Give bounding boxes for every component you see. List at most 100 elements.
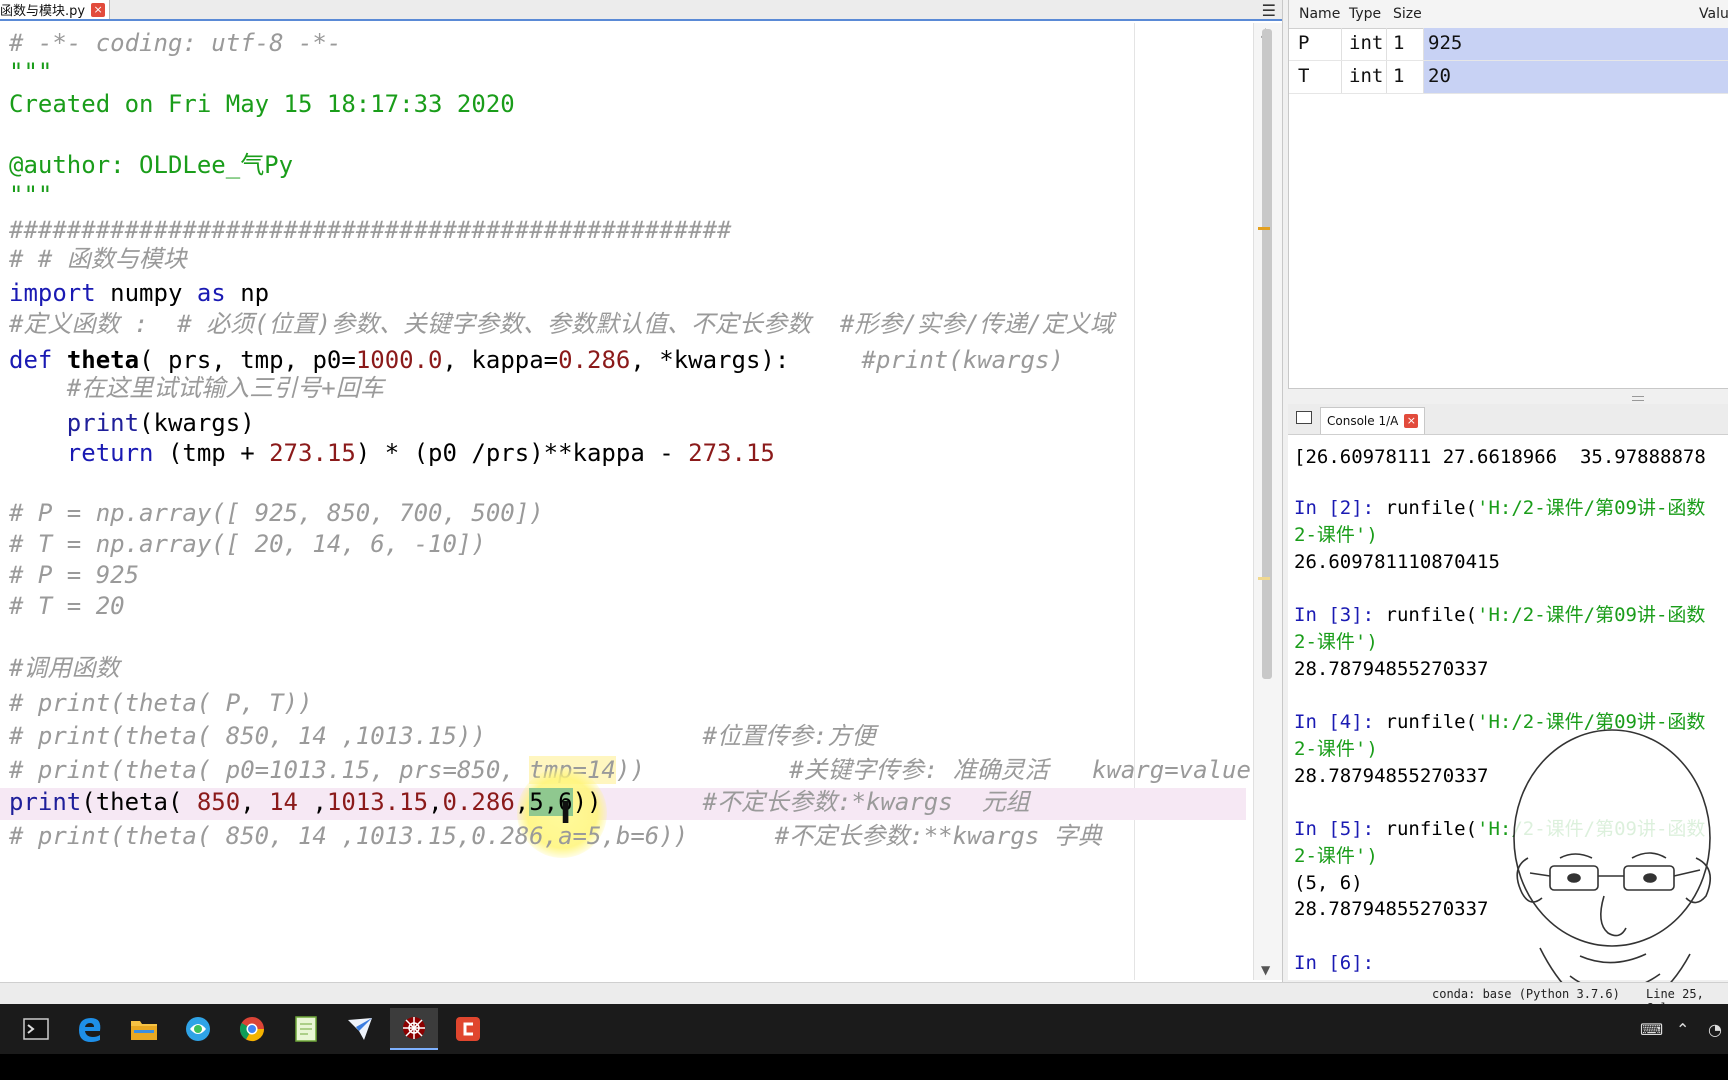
code-line: # P = 925 [9, 561, 140, 589]
column-divider [1423, 61, 1424, 93]
console-output: 28.78794855270337 [1294, 898, 1489, 920]
browser-360-app-icon[interactable] [174, 1008, 222, 1050]
splitter-grip-icon[interactable] [1632, 396, 1644, 401]
code-line: import numpy as np [9, 279, 270, 307]
close-console-icon[interactable]: × [1404, 414, 1419, 428]
close-tab-icon[interactable]: × [91, 2, 106, 17]
console-prompt: In [3]: [1294, 604, 1386, 626]
console-input-cont: 2-课件') [1294, 738, 1378, 760]
column-header-type[interactable]: Type [1349, 6, 1381, 22]
status-bar: conda: base (Python 3.7.6) Line 25, Col [0, 982, 1728, 1015]
column-header-name[interactable]: Name [1299, 6, 1340, 22]
code-line: # print(theta( P, T)) [9, 689, 313, 717]
console-input-cont: 2-课件') [1294, 524, 1378, 546]
code-line: """ [9, 58, 53, 86]
console-prompt: In [6]: [1294, 952, 1375, 974]
presenter-caricature [1513, 729, 1712, 1015]
variable-type: int [1349, 65, 1384, 87]
code-line-current: print(theta( 850, 14 ,1013.15,0.286,5,6)… [9, 788, 1030, 816]
variable-type: int [1349, 32, 1384, 54]
column-divider [1341, 28, 1342, 60]
variable-value: 20 [1428, 65, 1451, 87]
console-input-line: In [3]: runfile('H:/2-课件/第09讲-函数 [1294, 604, 1706, 626]
console-output: 28.78794855270337 [1294, 658, 1489, 680]
console-output: 26.609781110870415 [1294, 551, 1500, 573]
feishu-app-icon[interactable] [336, 1008, 384, 1050]
code-line: print(kwargs) [66, 409, 255, 437]
code-line: # T = 20 [9, 592, 125, 620]
variable-table-header: Name Type Size Value [1289, 0, 1728, 29]
options-menu-icon[interactable]: ☰ [1262, 1, 1276, 20]
variable-value: 925 [1428, 32, 1463, 54]
variable-name: T [1298, 65, 1310, 87]
code-line: # T = np.array([ 20, 14, 6, -10]) [9, 530, 486, 558]
code-line: """ [9, 181, 53, 209]
chevron-up-icon[interactable]: ⌃ [1676, 1020, 1689, 1039]
code-line: #在这里试试输入三引号+回车 [66, 374, 384, 402]
console-input-line: In [2]: runfile('H:/2-课件/第09讲-函数 [1294, 497, 1706, 519]
variable-row[interactable]: T int 1 20 [1289, 61, 1728, 94]
terminal-app-icon[interactable] [12, 1008, 60, 1050]
code-line: # -*- coding: utf-8 -*- [9, 29, 342, 57]
column-divider [1341, 61, 1342, 93]
edge-line [1134, 23, 1135, 980]
pane-splitter[interactable] [1288, 390, 1728, 402]
scroll-marker [1258, 227, 1270, 230]
console-output: (5, 6) [1294, 872, 1363, 894]
code-line: # # 函数与模块 [9, 245, 187, 273]
console-input-cont: 2-课件') [1294, 631, 1378, 653]
file-explorer-app-icon[interactable] [120, 1008, 168, 1050]
code-line: ########################################… [9, 216, 732, 244]
variable-size: 1 [1393, 32, 1405, 54]
column-header-value[interactable]: Value [1699, 6, 1728, 22]
wifi-tray-icon[interactable]: ◔ [1708, 1020, 1722, 1039]
code-line: # print(theta( 850, 14 ,1013.15,0.286,a=… [9, 822, 1102, 850]
console-tab[interactable]: Console 1/A × [1320, 407, 1426, 434]
console-window-icon[interactable] [1296, 411, 1312, 424]
code-line: #定义函数 : # 必须(位置)参数、关键字参数、参数默认值、不定长参数 #形参… [9, 310, 1114, 338]
console-prompt: In [4]: [1294, 711, 1386, 733]
text-cursor-icon: I [560, 796, 572, 831]
file-tab[interactable]: 函数与模块.py × [0, 0, 111, 19]
code-line: @author: OLDLee_气Py [9, 151, 294, 179]
edge-app-icon[interactable] [66, 1008, 114, 1050]
screen-bottom-bar [0, 1054, 1728, 1080]
console-output: [26.60978111 27.6618966 35.97888878 [1294, 446, 1706, 468]
value-cell-bg [1424, 61, 1728, 93]
file-tab-label: 函数与模块.py [0, 4, 86, 19]
console-input-cont: 2-课件') [1294, 845, 1378, 867]
conda-env-status: conda: base (Python 3.7.6) [1432, 987, 1620, 1001]
code-line: Created on Fri May 15 18:17:33 2020 [9, 90, 515, 118]
editor-scroll-thumb[interactable] [1262, 29, 1272, 679]
scroll-down-icon[interactable]: ▼ [1261, 963, 1270, 977]
code-line: # print(theta( p0=1013.15, prs=850, tmp=… [9, 756, 1251, 784]
scroll-marker [1258, 577, 1270, 580]
keyboard-tray-icon[interactable]: ⌨ [1640, 1020, 1663, 1039]
variable-explorer: Name Type Size Value P int 1 925 T int 1… [1288, 0, 1728, 389]
column-divider [1386, 28, 1387, 60]
code-line: def theta( prs, tmp, p0=1000.0, kappa=0.… [9, 346, 1064, 374]
editor-pane: 函数与模块.py × ☰ # -*- coding: utf-8 -*- """… [0, 0, 1283, 982]
console-tab-bar: Console 1/A × [1288, 404, 1728, 435]
code-line: return (tmp + 273.15) * (p0 /prs)**kappa… [66, 439, 775, 467]
variable-name: P [1298, 32, 1310, 54]
variable-size: 1 [1393, 65, 1405, 87]
screen-recorder-app-icon[interactable] [444, 1008, 492, 1050]
code-line: # P = np.array([ 925, 850, 700, 500]) [9, 499, 544, 527]
console-tab-label: Console 1/A [1327, 414, 1399, 428]
editor-scrollbar[interactable]: ▲ ▼ [1253, 23, 1282, 980]
value-cell-bg [1424, 28, 1728, 60]
console-input-line[interactable]: In [6]: [1294, 951, 1374, 975]
chrome-app-icon[interactable] [228, 1008, 276, 1050]
spyder-app-icon[interactable] [390, 1008, 438, 1050]
column-divider [1423, 28, 1424, 60]
column-divider [1386, 61, 1387, 93]
column-header-size[interactable]: Size [1393, 6, 1422, 22]
variable-row[interactable]: P int 1 925 [1289, 28, 1728, 61]
notepad-app-icon[interactable] [282, 1008, 330, 1050]
taskbar: ⌨ ⌃ ◔ [0, 1004, 1728, 1054]
editor-tab-bar: 函数与模块.py × ☰ [0, 0, 1282, 21]
console-prompt: In [5]: [1294, 818, 1386, 840]
code-line: #调用函数 [9, 654, 120, 682]
console-output: 28.78794855270337 [1294, 765, 1489, 787]
